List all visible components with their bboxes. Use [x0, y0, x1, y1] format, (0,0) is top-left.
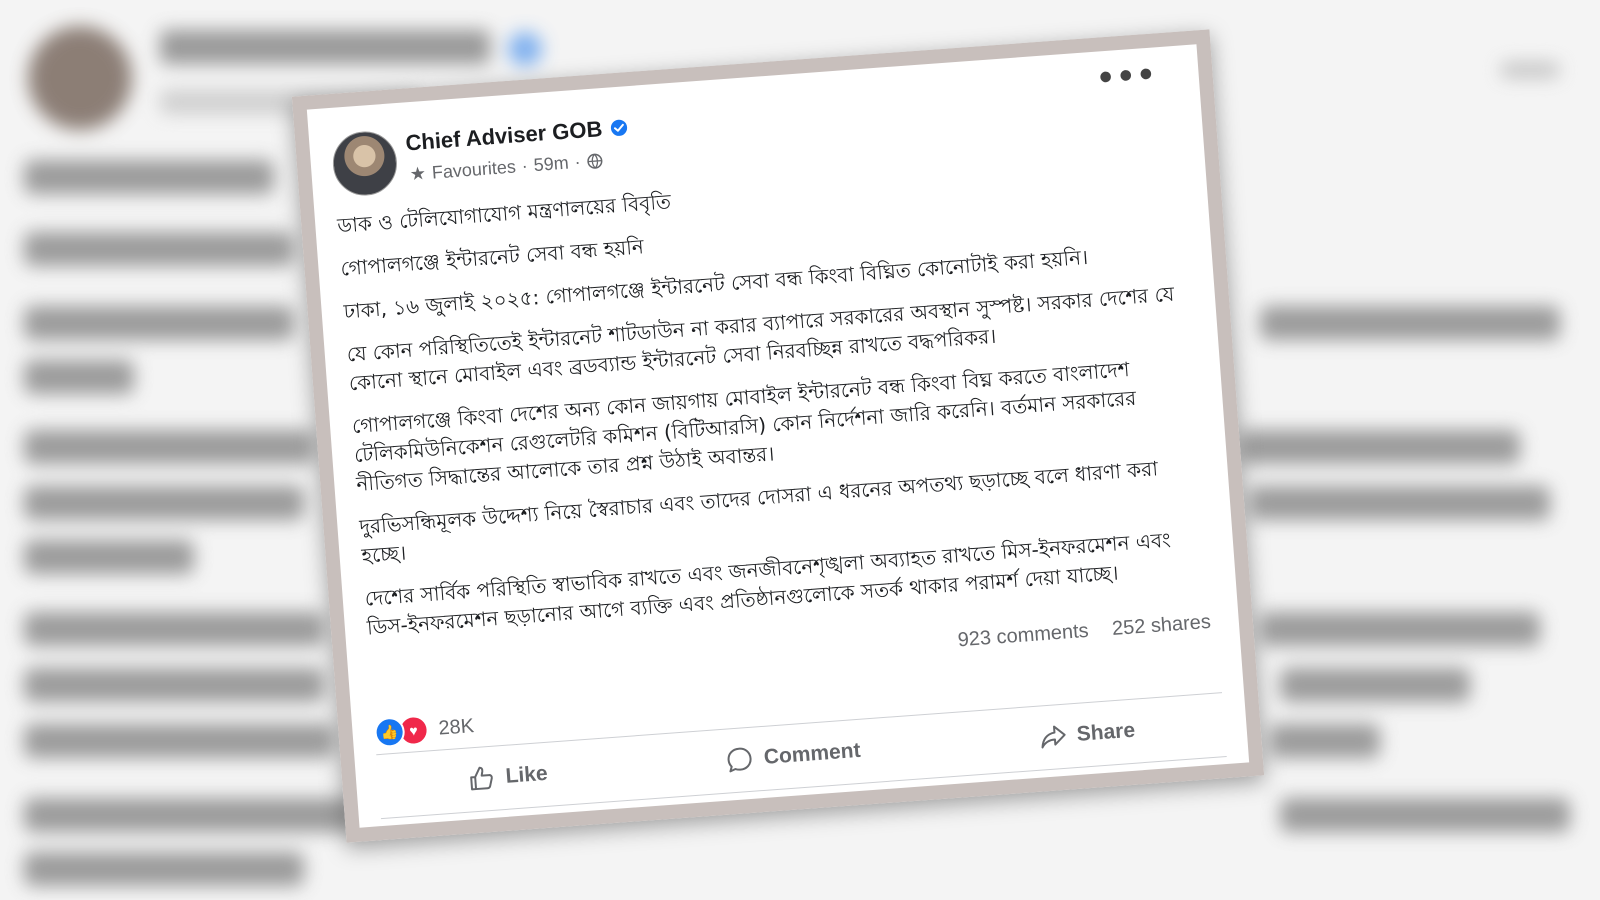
- background-text-line: [24, 798, 354, 832]
- comment-button[interactable]: Comment: [725, 737, 862, 775]
- background-text-line: [24, 360, 134, 394]
- background-text-line: [1260, 306, 1560, 340]
- background-text-line: [24, 232, 294, 266]
- reactions-count: 28K: [437, 714, 475, 740]
- share-icon: [1041, 725, 1066, 749]
- background-text-line: [1280, 798, 1570, 832]
- post-time[interactable]: 59m: [533, 153, 569, 177]
- like-button[interactable]: Like: [467, 760, 549, 794]
- background-avatar: [28, 26, 132, 130]
- background-text-line: [1250, 486, 1550, 520]
- engagement-counts: 923 comments 252 shares: [957, 611, 1212, 653]
- comment-icon: [727, 747, 752, 773]
- background-text-line: [1240, 430, 1520, 464]
- post-header: Chief Adviser GOB ★ Favourites · 59m ·: [330, 116, 628, 204]
- meta-separator: ·: [520, 155, 529, 177]
- more-options-icon[interactable]: •••: [1095, 57, 1158, 96]
- background-text-line: [1280, 668, 1470, 702]
- background-text-line: [24, 430, 314, 464]
- verified-badge-icon: [611, 119, 628, 136]
- background-text-line: [24, 486, 304, 520]
- background-verified-badge: [508, 32, 542, 66]
- background-text-line: [24, 160, 274, 194]
- meta-separator: ·: [573, 151, 582, 173]
- globe-icon: [587, 153, 603, 169]
- background-text-line: [24, 306, 294, 340]
- background-text-line: [24, 852, 304, 886]
- background-text-line: [1260, 612, 1540, 646]
- share-label: Share: [1075, 718, 1136, 746]
- thumbs-up-icon: [470, 766, 494, 791]
- avatar[interactable]: [330, 129, 400, 198]
- audience-label[interactable]: Favourites: [431, 157, 516, 184]
- post-card: ••• Chief Adviser GOB ★ Favourites · 59m…: [291, 29, 1265, 843]
- background-text-line: [24, 668, 324, 702]
- background-more-icon: [1500, 62, 1560, 78]
- post-meta: ★ Favourites · 59m ·: [409, 150, 604, 185]
- comments-count[interactable]: 923 comments: [957, 620, 1089, 652]
- like-label: Like: [504, 761, 549, 788]
- background-text-line: [24, 612, 324, 646]
- background-text-line: [1270, 724, 1380, 758]
- comment-label: Comment: [763, 738, 862, 769]
- background-author-name: [160, 30, 490, 64]
- author-name[interactable]: Chief Adviser GOB: [405, 116, 604, 156]
- star-icon: ★: [409, 163, 427, 185]
- background-text-line: [24, 540, 194, 574]
- reactions-summary[interactable]: 👍 ♥ 28K: [373, 711, 476, 749]
- share-button[interactable]: Share: [1038, 717, 1136, 752]
- post-body: ডাক ও টেলিযোগাযোগ মন্ত্রণালয়ের বিবৃতি গ…: [336, 149, 1216, 656]
- background-text-line: [24, 724, 334, 758]
- shares-count[interactable]: 252 shares: [1111, 611, 1211, 640]
